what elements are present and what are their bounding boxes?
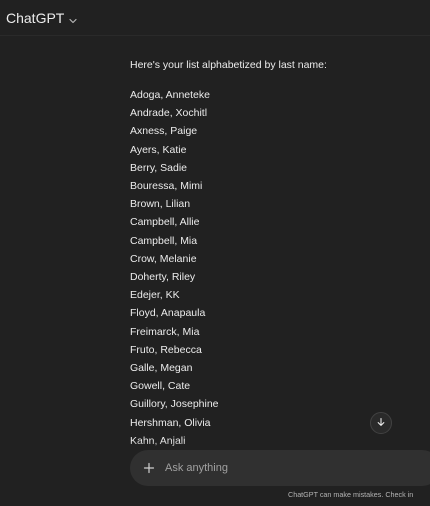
list-item: Crow, Melanie [130,252,197,265]
list-item: Berry, Sadie [130,161,187,174]
message-intro: Here's your list alphabetized by last na… [130,59,327,71]
model-name: ChatGPT [6,10,65,26]
list-item: Andrade, Xochitl [130,107,208,120]
list-item: Axness, Paige [130,125,198,138]
list-item: Adoga, Anneteke [130,89,210,101]
list-item: Campbell, Mia [130,234,198,247]
message-composer [130,450,430,486]
list-item: Edejer, KK [130,289,180,302]
plus-icon[interactable] [142,461,156,475]
list-item: Brown, Lilian [130,198,191,211]
disclaimer-text: ChatGPT can make mistakes. Check in [288,490,414,499]
list-item: Fruto, Rebecca [130,343,202,356]
model-switcher-button[interactable]: ChatGPT [6,10,78,26]
chat-window: ChatGPT Here's your list alphabetized by… [0,0,430,506]
top-bar: ChatGPT [0,0,430,36]
list-item: Guillory, Josephine [130,398,219,411]
list-item: Floyd, Anapaula [130,307,206,320]
arrow-down-icon [376,414,386,432]
list-item: Campbell, Allie [130,216,200,229]
scroll-to-bottom-button[interactable] [370,412,392,434]
name-list: Adoga, Anneteke Andrade, Xochitl Axness, P… [130,86,420,450]
assistant-message: Here's your list alphabetized by last na… [130,56,420,450]
list-item: Ayers, Katie [130,143,187,156]
list-item: Gowell, Cate [130,380,191,393]
list-item: Doherty, Riley [130,271,196,284]
prompt-input[interactable] [165,462,405,474]
chevron-down-icon [68,13,78,24]
list-item: Freimarck, Mia [130,325,200,338]
list-item: Bouressa, Mimi [130,180,203,193]
list-item: Galle, Megan [130,362,193,375]
